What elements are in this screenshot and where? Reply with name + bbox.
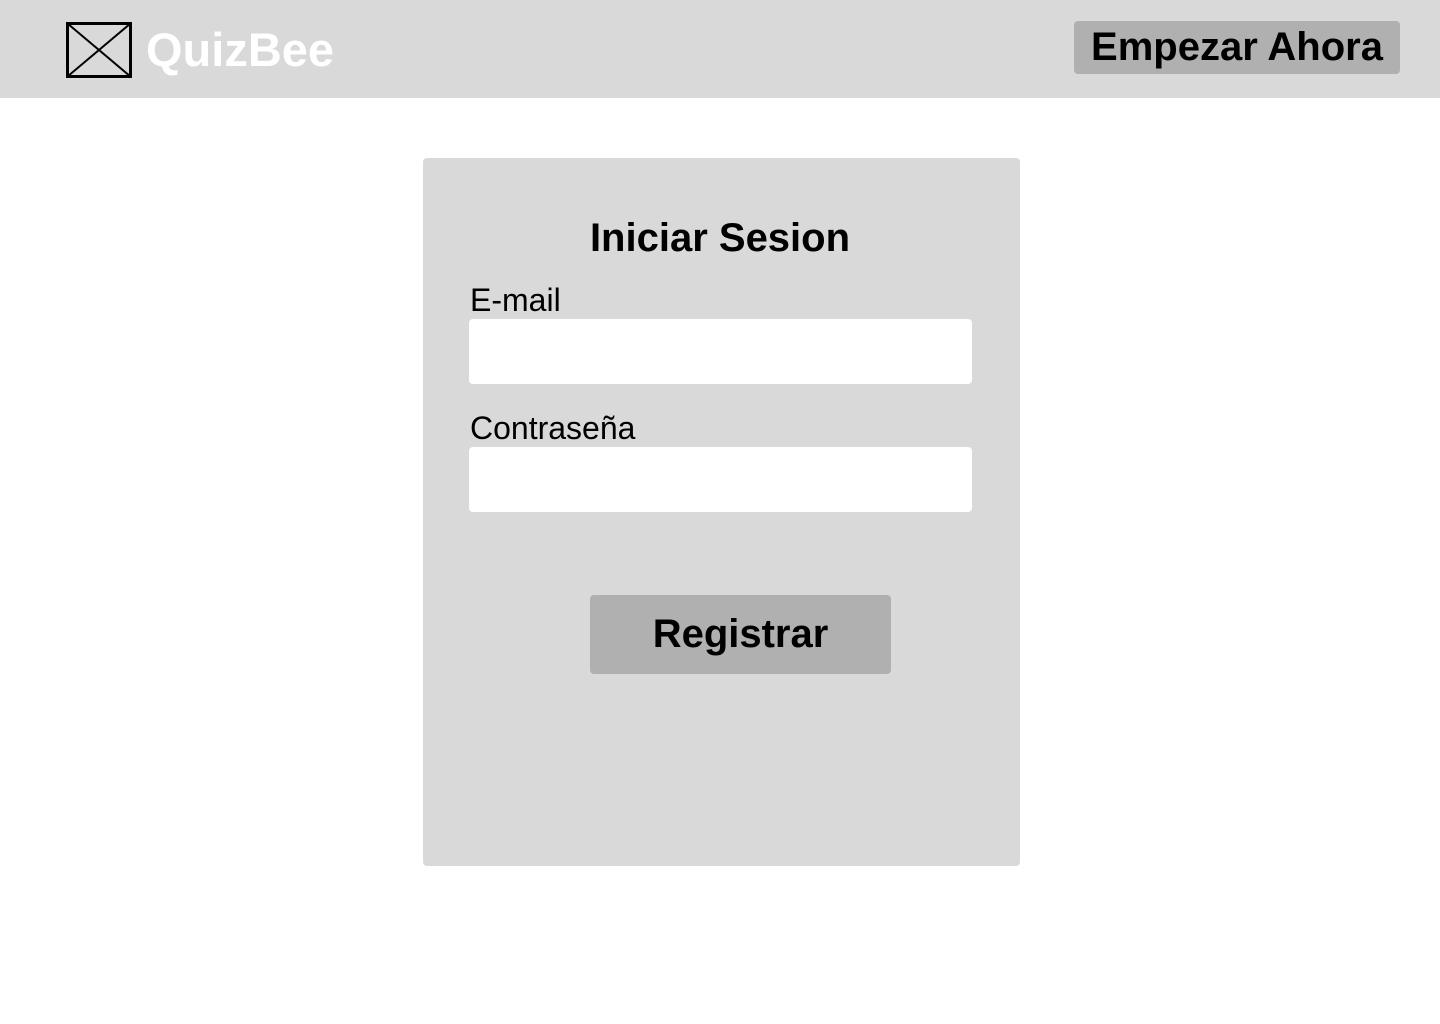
password-label: Contraseña bbox=[470, 410, 636, 446]
top-navigation-bar: QuizBee Empezar Ahora bbox=[0, 0, 1440, 98]
login-card bbox=[423, 158, 1020, 866]
password-field[interactable] bbox=[469, 447, 972, 512]
email-field[interactable] bbox=[469, 319, 972, 384]
start-now-button[interactable]: Empezar Ahora bbox=[1074, 21, 1400, 74]
register-button[interactable]: Registrar bbox=[590, 595, 891, 674]
email-label: E-mail bbox=[470, 282, 561, 318]
brand-name[interactable]: QuizBee bbox=[146, 22, 334, 78]
image-placeholder-icon[interactable] bbox=[66, 22, 132, 78]
login-title: Iniciar Sesion bbox=[589, 216, 851, 260]
